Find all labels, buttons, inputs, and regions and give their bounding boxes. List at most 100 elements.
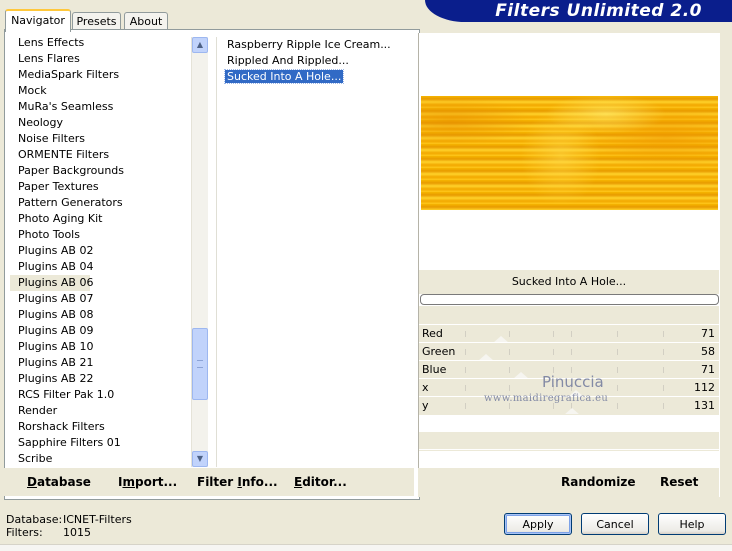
filter-item-label: Sucked Into A Hole...	[223, 69, 345, 84]
category-item[interactable]: Mock	[10, 83, 193, 99]
watermark-name: Pinuccia	[542, 373, 604, 391]
category-item[interactable]: Neology	[10, 115, 193, 131]
reset-button[interactable]: Reset	[660, 475, 698, 489]
param-value: 131	[694, 399, 715, 412]
param-header-strip	[419, 306, 719, 324]
filter-item[interactable]: Raspberry Ripple Ice Cream...	[217, 37, 415, 53]
tab-navigator[interactable]: Navigator	[5, 9, 71, 32]
randomize-button[interactable]: Randomize	[561, 475, 635, 489]
empty-param-row	[419, 432, 719, 449]
database-button[interactable]: Database	[27, 475, 91, 489]
param-label: y	[422, 399, 429, 412]
category-item[interactable]: Plugins AB 22	[10, 371, 193, 387]
slider-tick	[663, 331, 664, 337]
slider-tick	[553, 349, 554, 355]
param-value: 58	[701, 345, 715, 358]
import-button[interactable]: Import...	[118, 475, 177, 489]
slider-tick	[663, 385, 664, 391]
slider-tick	[663, 349, 664, 355]
param-label: x	[422, 381, 429, 394]
slider-tick	[509, 331, 510, 337]
slider-tick	[465, 331, 466, 337]
filters-label: Filters:	[6, 526, 43, 539]
category-item[interactable]: Plugins AB 21	[10, 355, 193, 371]
category-item[interactable]: MediaSpark Filters	[10, 67, 193, 83]
empty-param-row	[419, 414, 719, 431]
database-label: Database:	[6, 513, 63, 526]
empty-param-row	[419, 450, 719, 467]
category-item[interactable]: MuRa's Seamless	[10, 99, 193, 115]
category-item[interactable]: Lens Flares	[10, 51, 193, 67]
slider-tick	[617, 385, 618, 391]
param-label: Green	[422, 345, 456, 358]
category-item[interactable]: Plugins AB 08	[10, 307, 193, 323]
param-row-red[interactable]: Red 71	[419, 324, 719, 343]
category-item[interactable]: Scribe	[10, 451, 193, 467]
category-item[interactable]: Photo Tools	[10, 227, 193, 243]
category-item[interactable]: Plugins AB 07	[10, 291, 193, 307]
slider-tick	[509, 385, 510, 391]
param-value: 112	[694, 381, 715, 394]
app-title: Filters Unlimited 2.0	[495, 1, 702, 21]
slider-tick	[465, 349, 466, 355]
slider-tick	[509, 367, 510, 373]
slider-tick	[617, 403, 618, 409]
editor-button[interactable]: Editor...	[294, 475, 347, 489]
param-label: Red	[422, 327, 443, 340]
database-value: ICNET-Filters	[63, 513, 132, 526]
category-item[interactable]: Paper Backgrounds	[10, 163, 193, 179]
category-scrollbar[interactable]: ▲ ▼	[191, 37, 208, 467]
slider-tick	[617, 367, 618, 373]
slider-tick	[465, 385, 466, 391]
param-row-green[interactable]: Green 58	[419, 342, 719, 361]
filter-item-label: Raspberry Ripple Ice Cream...	[227, 38, 391, 51]
filter-item-label: Rippled And Rippled...	[227, 54, 349, 67]
category-item[interactable]: Pattern Generators	[10, 195, 193, 211]
filters-count: 1015	[63, 526, 91, 539]
category-item[interactable]: Rorshack Filters	[10, 419, 193, 435]
filter-info-button[interactable]: Filter Info...	[197, 475, 278, 489]
scroll-thumb[interactable]	[192, 328, 208, 400]
category-item[interactable]: Sapphire Filters 01	[10, 435, 193, 451]
scroll-down-button[interactable]: ▼	[192, 451, 208, 467]
category-item[interactable]: Paper Textures	[10, 179, 193, 195]
progress-bar	[420, 294, 719, 305]
category-item[interactable]: Plugins AB 09	[10, 323, 193, 339]
current-filter-name: Sucked Into A Hole...	[419, 270, 719, 294]
category-item[interactable]: Render	[10, 403, 193, 419]
preview-image	[421, 96, 718, 210]
category-item[interactable]: Plugins AB 06	[10, 275, 93, 291]
slider-tick	[571, 331, 572, 337]
slider-tick	[663, 403, 664, 409]
tab-about[interactable]: About	[124, 12, 168, 30]
category-item[interactable]: Photo Aging Kit	[10, 211, 193, 227]
slider-tick	[663, 367, 664, 373]
slider-tick	[509, 349, 510, 355]
filter-item[interactable]: Rippled And Rippled...	[217, 53, 415, 69]
app-title-banner: Filters Unlimited 2.0	[425, 0, 732, 22]
param-value: 71	[701, 327, 715, 340]
slider-tick	[465, 367, 466, 373]
category-item[interactable]: Noise Filters	[10, 131, 193, 147]
slider-tick	[553, 331, 554, 337]
slider-tick	[571, 349, 572, 355]
help-button[interactable]: Help	[658, 513, 726, 535]
filter-list[interactable]: Raspberry Ripple Ice Cream... Rippled And…	[216, 37, 415, 467]
slider-tick	[465, 403, 466, 409]
category-item[interactable]: Plugins AB 04	[10, 259, 193, 275]
category-item[interactable]: Plugins AB 02	[10, 243, 193, 259]
param-value: 71	[701, 363, 715, 376]
category-list[interactable]: Lens Effects Lens Flares MediaSpark Filter…	[10, 35, 193, 467]
slider-tick	[617, 331, 618, 337]
category-item[interactable]: Plugins AB 10	[10, 339, 193, 355]
category-item[interactable]: ORMENTE Filters	[10, 147, 193, 163]
category-item[interactable]: Lens Effects	[10, 35, 193, 51]
param-label: Blue	[422, 363, 447, 376]
cancel-button[interactable]: Cancel	[581, 513, 649, 535]
watermark-site: www.maidiregrafica.eu	[484, 393, 609, 404]
category-item[interactable]: RCS Filter Pak 1.0	[10, 387, 193, 403]
filter-item[interactable]: Sucked Into A Hole...	[217, 69, 415, 85]
apply-button[interactable]: Apply	[504, 513, 572, 535]
scroll-up-button[interactable]: ▲	[192, 37, 208, 53]
tab-presets[interactable]: Presets	[72, 12, 121, 30]
